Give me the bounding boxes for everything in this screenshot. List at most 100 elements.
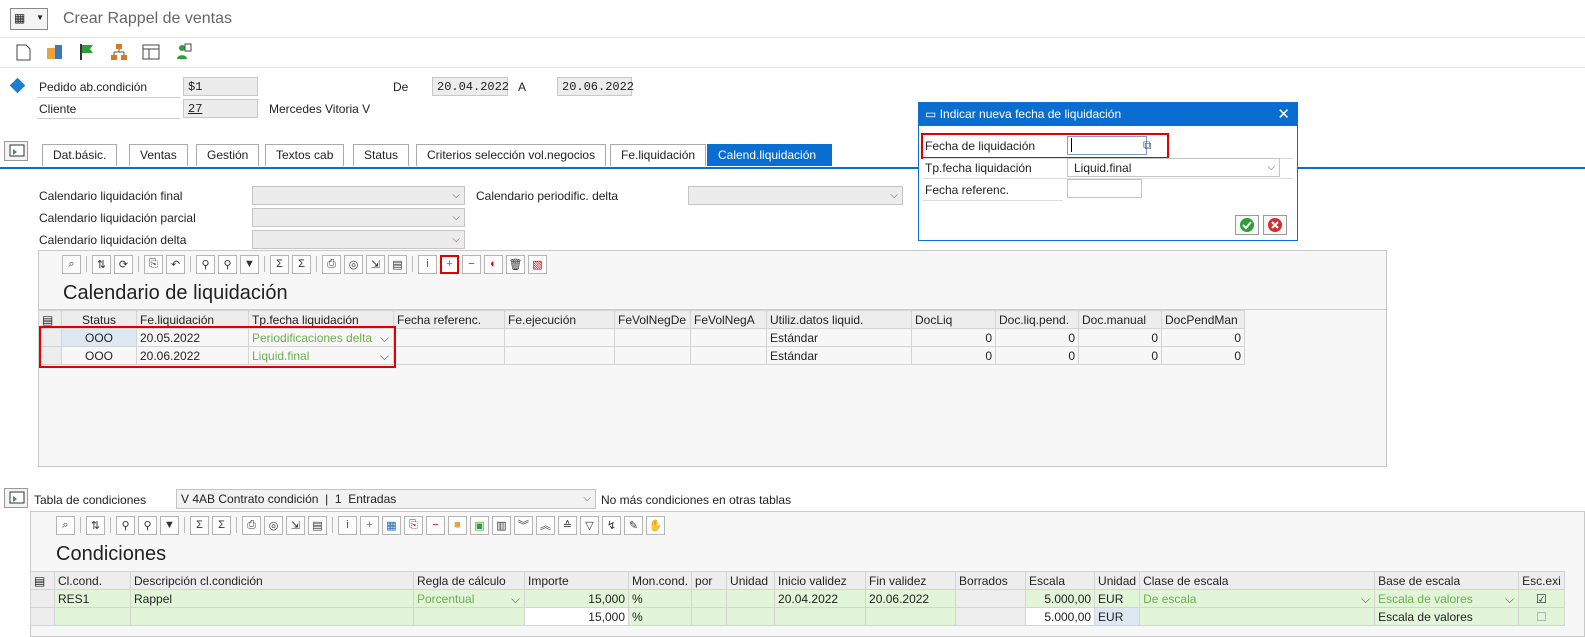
tab-criterios[interactable]: Criterios selección vol.negocios: [416, 144, 607, 166]
tab-gestion[interactable]: Gestión: [196, 144, 260, 166]
cal-periodific-select[interactable]: ⌵: [688, 186, 903, 205]
col-unidad2[interactable]: Unidad: [1094, 571, 1141, 590]
view-icon[interactable]: ◎: [344, 254, 363, 274]
print-icon[interactable]: ⎙: [322, 254, 341, 274]
details-icon[interactable]: ⌕: [62, 254, 81, 274]
settings-icon[interactable]: ▧: [528, 254, 547, 274]
regla-cell[interactable]: Porcentual ⌵: [413, 589, 525, 608]
view-icon[interactable]: ◎: [264, 515, 283, 535]
col-docpendman[interactable]: DocPendMan: [1161, 310, 1245, 329]
info-icon[interactable]: i: [338, 515, 357, 535]
edit-icon[interactable]: ✎: [624, 515, 643, 535]
export-icon[interactable]: ⇲: [366, 254, 385, 274]
unidad-cell[interactable]: [726, 589, 776, 608]
fevolnegde-cell[interactable]: [614, 346, 691, 365]
confirm-button[interactable]: [1235, 215, 1259, 235]
unidad-cell[interactable]: [726, 607, 776, 626]
tab-ventas[interactable]: Ventas: [129, 144, 188, 166]
transfer-icon[interactable]: ⇅: [86, 515, 105, 535]
tab-status[interactable]: Status: [353, 144, 410, 166]
escexi-checkbox[interactable]: ☐: [1518, 607, 1565, 626]
col-unidad[interactable]: Unidad: [726, 571, 776, 590]
find-next-icon[interactable]: ⚲: [138, 515, 157, 535]
layout-icon[interactable]: ▤: [308, 515, 327, 535]
document-icon[interactable]: ▥: [492, 515, 511, 535]
col-docmanual[interactable]: Doc.manual: [1078, 310, 1162, 329]
status-icon[interactable]: ◐: [484, 254, 503, 274]
col-regla[interactable]: Regla de cálculo: [413, 571, 525, 590]
fevolnega-cell[interactable]: [690, 328, 767, 347]
col-importe[interactable]: Importe: [524, 571, 629, 590]
copy-rows-icon[interactable]: ▦: [382, 515, 401, 535]
select-all-icon[interactable]: ▤: [30, 571, 55, 590]
menu-button[interactable]: ▦ ▼: [10, 8, 48, 30]
regla-cell[interactable]: [413, 607, 525, 626]
fevolnegde-cell[interactable]: [614, 328, 691, 347]
col-clase[interactable]: Clase de escala: [1139, 571, 1376, 590]
col-fecha-ref[interactable]: Fecha referenc.: [393, 310, 505, 329]
partner-icon[interactable]: [174, 43, 192, 61]
tab-fe-liquidacion[interactable]: Fe.liquidación: [610, 144, 707, 166]
col-escexi[interactable]: Esc.exi: [1518, 571, 1565, 590]
por-cell[interactable]: [691, 607, 728, 626]
find-icon[interactable]: ⚲: [116, 515, 135, 535]
trash-icon[interactable]: 🗑: [506, 254, 525, 274]
hand-icon[interactable]: ✋: [646, 515, 665, 535]
mon-cell[interactable]: %: [627, 589, 693, 608]
inicio-cell[interactable]: [774, 607, 867, 626]
clase-cell[interactable]: [1139, 607, 1376, 626]
collapse-conditions-button[interactable]: [4, 488, 28, 508]
unidad2-cell[interactable]: EUR: [1094, 589, 1141, 608]
cancel-button[interactable]: [1263, 215, 1287, 235]
new-document-icon[interactable]: [14, 43, 32, 61]
filter-list-icon[interactable]: ▽: [580, 515, 599, 535]
col-fevolnegde[interactable]: FeVolNegDe: [614, 310, 691, 329]
duplicate-icon[interactable]: ⎘: [404, 515, 423, 535]
cal-parcial-select[interactable]: ⌵: [252, 208, 465, 227]
fe-ejecucion-cell[interactable]: [504, 328, 615, 347]
importe-cell[interactable]: 15,000: [524, 589, 629, 608]
col-utiliz[interactable]: Utiliz.datos liquid.: [766, 310, 912, 329]
collapse-all-icon[interactable]: ︽: [536, 515, 555, 535]
escala-cell[interactable]: 5.000,00: [1025, 589, 1096, 608]
por-cell[interactable]: [691, 589, 728, 608]
delete-row-icon[interactable]: −: [462, 254, 481, 274]
tab-calend-liquidacion[interactable]: Calend.liquidación: [707, 144, 832, 166]
cond-table-select[interactable]: V 4AB Contrato condición | 1 Entradas ⌵: [176, 489, 596, 509]
col-borrados[interactable]: Borrados: [955, 571, 1027, 590]
print-icon[interactable]: ⎙: [242, 515, 261, 535]
escala-cell[interactable]: 5.000,00: [1025, 607, 1096, 626]
col-base[interactable]: Base de escala: [1374, 571, 1520, 590]
a-field[interactable]: 20.06.2022: [557, 77, 634, 96]
col-fin[interactable]: Fin validez: [865, 571, 957, 590]
copy-icon[interactable]: ⎘: [144, 254, 163, 274]
table-row[interactable]: 15,000 % 5.000,00 EUR Escala de valores …: [30, 607, 1565, 626]
cal-delta-select[interactable]: ⌵: [252, 230, 465, 249]
col-escala[interactable]: Escala: [1025, 571, 1096, 590]
clcond-cell[interactable]: [54, 607, 131, 626]
insert-row-icon[interactable]: +: [360, 515, 379, 535]
filter-icon[interactable]: ▼: [160, 515, 179, 535]
col-fe-ejecucion[interactable]: Fe.ejecución: [504, 310, 615, 329]
flow-icon[interactable]: ↯: [602, 515, 621, 535]
cliente-field[interactable]: 27: [183, 99, 258, 118]
filter-icon[interactable]: ▼: [240, 254, 259, 274]
borrados-cell[interactable]: [955, 589, 1027, 608]
expand-all-icon[interactable]: ︾: [514, 515, 533, 535]
transfer-icon[interactable]: [46, 43, 64, 61]
clcond-cell[interactable]: RES1: [54, 589, 131, 608]
info-icon[interactable]: i: [418, 254, 437, 274]
delete-row-icon[interactable]: −: [426, 515, 445, 535]
flag-icon[interactable]: [78, 43, 96, 61]
ref-input[interactable]: [1067, 179, 1142, 198]
subtotal-icon[interactable]: Σ: [292, 254, 311, 274]
layout-icon[interactable]: [142, 43, 160, 61]
clase-cell[interactable]: De escala ⌵: [1139, 589, 1376, 608]
pedido-field[interactable]: $1: [183, 77, 258, 96]
sum-icon[interactable]: Σ: [190, 515, 209, 535]
col-docliqpend[interactable]: Doc.liq.pend.: [995, 310, 1079, 329]
transfer-icon[interactable]: ⇅: [92, 254, 111, 274]
fecha-ref-cell[interactable]: [393, 328, 505, 347]
inicio-cell[interactable]: 20.04.2022: [774, 589, 867, 608]
col-fevolnega[interactable]: FeVolNegA: [690, 310, 767, 329]
